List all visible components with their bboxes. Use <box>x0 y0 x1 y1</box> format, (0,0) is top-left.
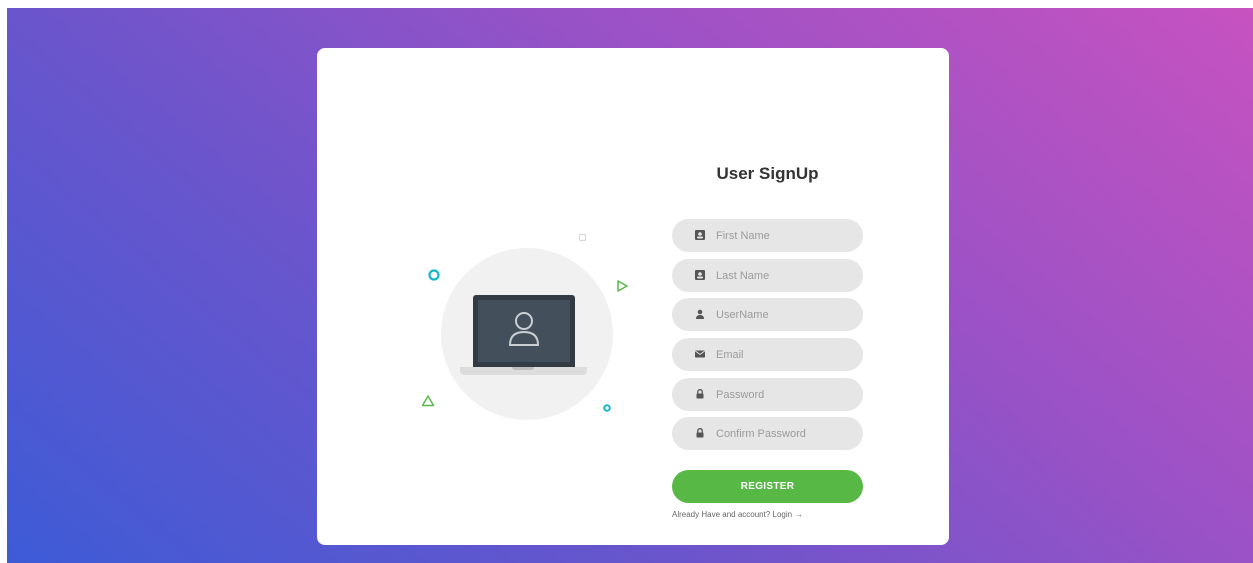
email-input[interactable] <box>716 338 856 371</box>
password-input[interactable] <box>716 378 856 411</box>
login-link[interactable]: Already Have and account? Login → <box>672 510 803 519</box>
triangle-decoration-icon <box>421 395 435 407</box>
username-field[interactable] <box>672 298 863 331</box>
email-field[interactable] <box>672 338 863 371</box>
id-card-icon <box>695 270 705 280</box>
square-decoration-icon <box>578 233 587 242</box>
play-triangle-decoration-icon <box>617 280 628 292</box>
first-name-input[interactable] <box>716 219 856 252</box>
last-name-field[interactable] <box>672 259 863 292</box>
small-ring-decoration-icon <box>603 404 611 412</box>
signup-illustration <box>317 48 949 545</box>
username-input[interactable] <box>716 298 856 331</box>
user-avatar-icon <box>508 312 540 346</box>
register-button[interactable]: REGISTER <box>672 470 863 503</box>
last-name-input[interactable] <box>716 259 856 292</box>
first-name-field[interactable] <box>672 219 863 252</box>
ring-decoration-icon <box>428 269 440 281</box>
arrow-right-icon: → <box>795 510 804 519</box>
id-card-icon <box>695 230 705 240</box>
envelope-icon <box>695 350 705 358</box>
lock-icon <box>696 428 704 438</box>
password-field[interactable] <box>672 378 863 411</box>
confirm-password-field[interactable] <box>672 417 863 450</box>
page-title: User SignUp <box>716 164 819 183</box>
login-prompt-text[interactable]: Already Have and account? Login <box>672 510 792 519</box>
user-icon <box>696 309 704 319</box>
signup-card: User SignUp First Name Last Name UserNam… <box>317 48 949 545</box>
confirm-password-input[interactable] <box>716 417 856 450</box>
lock-icon <box>696 389 704 399</box>
